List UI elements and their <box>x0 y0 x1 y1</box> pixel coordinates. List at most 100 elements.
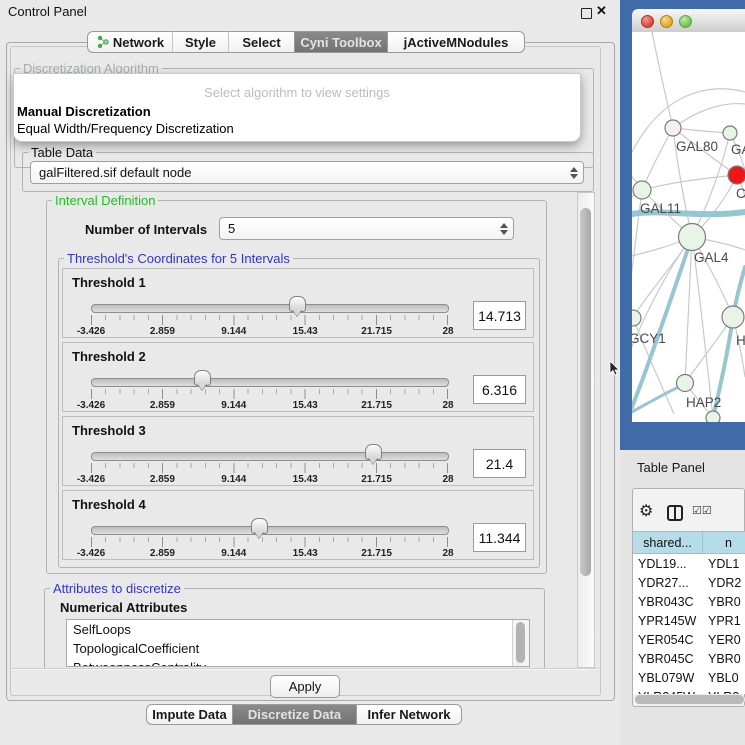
number-of-intervals-combobox[interactable]: 5 <box>219 217 514 240</box>
tab-discretize-data[interactable]: Discretize Data <box>232 704 357 725</box>
close-icon[interactable]: ✕ <box>596 3 607 19</box>
network-node-label: GAL4 <box>694 250 729 265</box>
network-window-titlebar[interactable] <box>632 9 745 33</box>
table-data-combobox[interactable]: galFiltered.sif default node <box>30 161 584 184</box>
float-window-icon[interactable] <box>581 8 592 19</box>
node-table[interactable]: shared... n YDL19...YDL1YDR27...YDR2YBR0… <box>633 531 745 694</box>
divider <box>11 668 599 669</box>
table-row[interactable]: YER054CYER0 <box>633 630 745 649</box>
tick-label: 15.43 <box>293 400 318 411</box>
slider-thumb[interactable] <box>365 444 382 460</box>
option-equal-width-frequency[interactable]: Equal Width/Frequency Discretization <box>17 121 234 136</box>
network-node[interactable] <box>723 126 737 140</box>
column-layout-icon[interactable] <box>667 505 683 521</box>
column-header-shared-name[interactable]: shared... <box>633 532 703 553</box>
number-of-intervals-label: Number of Intervals <box>85 222 207 237</box>
algorithm-dropdown-popup: Select algorithm to view settings Manual… <box>13 73 581 142</box>
tick-label: 15.43 <box>293 474 318 485</box>
table-row[interactable]: YDL19...YDL1 <box>633 554 745 573</box>
table-cell[interactable]: YDL1 <box>703 557 739 571</box>
table-cell[interactable]: YPR145W <box>633 614 703 628</box>
minimize-traffic-light[interactable] <box>660 15 673 28</box>
list-scrollbar-thumb[interactable] <box>516 622 525 663</box>
table-cell[interactable]: YBL079W <box>633 671 703 685</box>
slider-thumb[interactable] <box>289 296 306 312</box>
network-node[interactable] <box>633 181 651 199</box>
network-graph: GAL80GACGAL11GAL4GCY1HHAP2 <box>632 32 745 422</box>
network-edge[interactable] <box>642 128 673 190</box>
table-cell[interactable]: YBR0 <box>703 595 741 609</box>
threshold-3-value-field[interactable]: 21.4 <box>473 449 526 478</box>
attribute-list-item[interactable]: BetweennessCentrality <box>67 658 529 667</box>
threshold-4-value-field[interactable]: 11.344 <box>473 523 526 552</box>
select-columns-icon[interactable]: ☑☑ <box>692 504 712 517</box>
table-cell[interactable]: YBR043C <box>633 595 703 609</box>
gear-icon[interactable]: ⚙ <box>639 501 653 521</box>
table-cell[interactable]: YDL19... <box>633 557 703 571</box>
main-scrollbar-thumb[interactable] <box>580 208 591 576</box>
apply-button[interactable]: Apply <box>270 675 340 698</box>
network-node[interactable] <box>632 310 641 326</box>
tab-jactivemnodules[interactable]: jActiveMNodules <box>388 31 525 53</box>
table-cell[interactable]: YBR0 <box>703 652 741 666</box>
table-row[interactable]: YBR045CYBR0 <box>633 649 745 668</box>
column-header-name[interactable]: n <box>703 532 745 553</box>
tab-cyni-toolbox[interactable]: Cyni Toolbox <box>294 31 388 53</box>
tab-infer-network[interactable]: Infer Network <box>357 704 462 725</box>
table-cell[interactable]: YDR27... <box>633 576 703 590</box>
network-edge[interactable] <box>652 32 673 128</box>
table-cell[interactable]: YDR2 <box>703 576 741 590</box>
table-cell[interactable]: YBL0 <box>703 671 739 685</box>
network-edge[interactable] <box>673 104 745 128</box>
slider-thumb[interactable] <box>194 370 211 386</box>
network-node-label: C <box>736 186 745 201</box>
network-node[interactable] <box>706 411 720 422</box>
attribute-list-item[interactable]: TopologicalCoefficient <box>67 639 529 658</box>
table-row[interactable]: YBL079WYBL0 <box>633 668 745 687</box>
tick-label: 21.715 <box>361 400 392 411</box>
network-canvas[interactable]: GAL80GACGAL11GAL4GCY1HHAP2 <box>632 32 745 422</box>
table-cell[interactable]: YPR1 <box>703 614 741 628</box>
table-cell[interactable]: YER0 <box>703 633 741 647</box>
tick-label: 9.144 <box>221 400 246 411</box>
table-cell[interactable]: YBR045C <box>633 652 703 666</box>
close-traffic-light[interactable] <box>641 15 654 28</box>
tab-select[interactable]: Select <box>228 31 294 53</box>
table-row[interactable]: YBR043CYBR0 <box>633 592 745 611</box>
attribute-list-item[interactable]: SelfLoops <box>67 620 529 639</box>
tick-label: 28 <box>442 400 453 411</box>
slider-ticks <box>91 315 448 325</box>
network-edge[interactable] <box>642 175 737 190</box>
table-row[interactable]: YDR27...YDR2 <box>633 573 745 592</box>
zoom-traffic-light[interactable] <box>679 15 692 28</box>
table-horizontal-scrollbar-thumb[interactable] <box>635 695 744 704</box>
slider-thumb[interactable] <box>251 518 268 534</box>
network-node[interactable] <box>665 120 681 136</box>
network-node[interactable] <box>679 224 706 251</box>
threshold-1-value-field[interactable]: 14.713 <box>473 301 526 330</box>
table-row[interactable]: YLR345WYLR3 <box>633 687 745 694</box>
threshold-2-value-field[interactable]: 6.316 <box>473 375 526 404</box>
main-scrollbar[interactable] <box>577 192 595 668</box>
tick-label: -3.426 <box>77 400 105 411</box>
network-node[interactable] <box>728 166 745 184</box>
option-manual-discretization[interactable]: Manual Discretization <box>17 104 151 119</box>
numerical-attributes-list[interactable]: SelfLoopsTopologicalCoefficientBetweenne… <box>66 619 530 667</box>
network-node-label: HAP2 <box>686 395 721 410</box>
tick-label: 28 <box>442 474 453 485</box>
tab-network[interactable]: Network <box>87 31 172 53</box>
list-scrollbar[interactable] <box>512 620 529 666</box>
tick-label: 15.43 <box>293 548 318 559</box>
table-row[interactable]: YPR145WYPR1 <box>633 611 745 630</box>
tick-label: 15.43 <box>293 326 318 337</box>
slider-ticks <box>91 389 448 399</box>
tab-impute-data[interactable]: Impute Data <box>146 704 232 725</box>
network-node[interactable] <box>677 375 694 392</box>
tab-style[interactable]: Style <box>172 31 228 53</box>
table-body: YDL19...YDL1YDR27...YDR2YBR043CYBR0YPR14… <box>633 554 745 694</box>
table-horizontal-scrollbar[interactable] <box>634 694 745 705</box>
network-node[interactable] <box>722 306 744 328</box>
threshold-4-label: Threshold 4 <box>72 497 146 512</box>
table-cell[interactable]: YER054C <box>633 633 703 647</box>
threshold-4-panel: Threshold 4 -3.4262.8599.14415.4321.7152… <box>62 490 534 560</box>
